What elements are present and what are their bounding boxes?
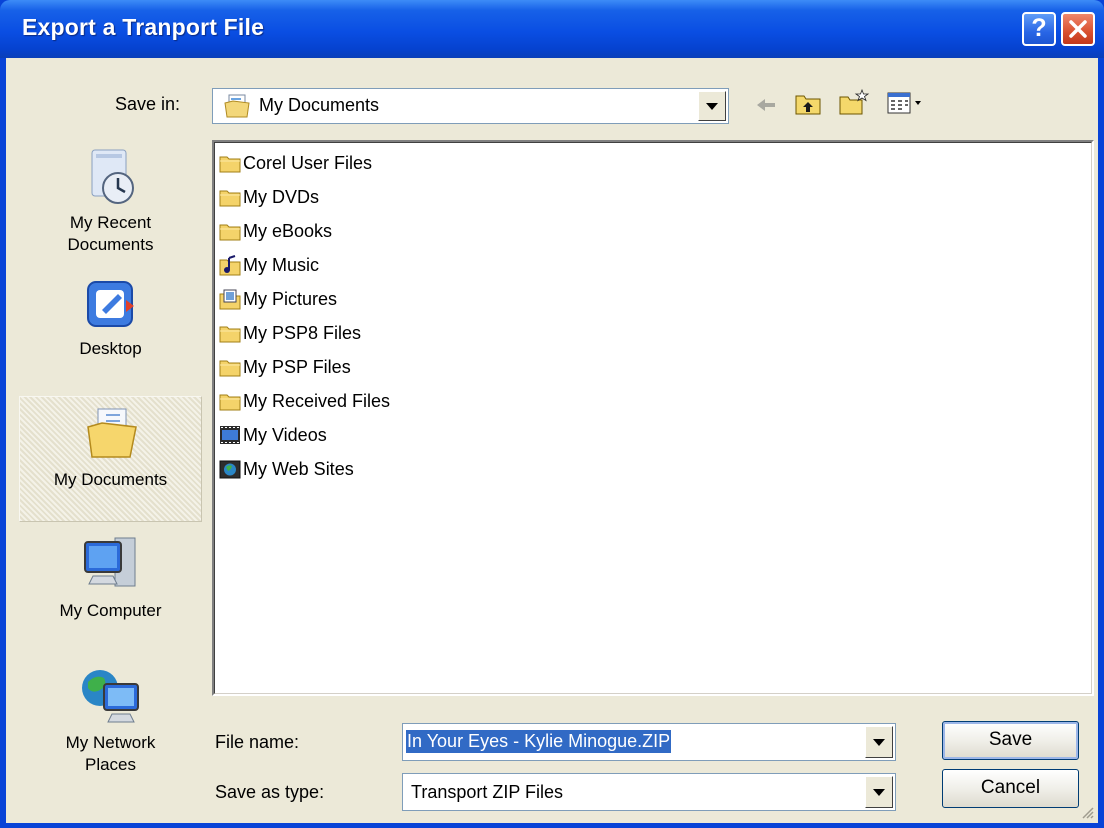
file-name-text: My Music: [243, 254, 319, 275]
folder-icon: [219, 156, 241, 173]
my-computer-icon: [83, 537, 135, 587]
file-name-text: My PSP Files: [243, 356, 351, 377]
place-label: My Recent Documents: [67, 213, 154, 254]
view-menu-icon[interactable]: [886, 90, 926, 116]
list-item[interactable]: My Web Sites: [219, 453, 354, 485]
resize-grip-icon[interactable]: [1080, 805, 1094, 819]
place-my-recent-documents[interactable]: My Recent Documents: [19, 140, 202, 272]
help-button[interactable]: ?: [1022, 12, 1056, 46]
list-item[interactable]: Corel User Files: [219, 147, 372, 179]
list-item[interactable]: My PSP Files: [219, 351, 351, 383]
list-item[interactable]: My Received Files: [219, 385, 390, 417]
file-name-text: Corel User Files: [243, 152, 373, 173]
place-label: My Documents: [53, 470, 168, 489]
folder-icon: [219, 394, 241, 411]
file-name-text: My Videos: [243, 424, 327, 445]
close-icon: [1069, 20, 1087, 38]
save-in-value: My Documents: [259, 95, 380, 115]
music-folder-icon: [219, 255, 241, 276]
up-one-level-icon[interactable]: [794, 90, 822, 116]
list-item[interactable]: My Pictures: [219, 283, 337, 315]
save-button-label: Save: [988, 729, 1033, 750]
save-as-type-label: Save as type:: [215, 782, 325, 802]
place-desktop[interactable]: Desktop: [19, 272, 202, 380]
file-name-label: File name:: [215, 732, 300, 752]
list-item[interactable]: My Music: [219, 249, 319, 281]
dialog-body: Save in: My Documents My Recent Document…: [6, 58, 1098, 823]
file-name-text: My eBooks: [243, 220, 333, 241]
place-my-documents[interactable]: My Documents: [19, 396, 202, 522]
network-places-icon: [81, 670, 139, 723]
my-documents-icon: [86, 408, 137, 458]
cancel-button[interactable]: Cancel: [942, 769, 1079, 808]
new-folder-icon[interactable]: [838, 88, 870, 116]
save-as-type-value: Transport ZIP Files: [411, 782, 564, 802]
file-name-text: My Web Sites: [243, 458, 354, 479]
place-my-computer[interactable]: My Computer: [19, 530, 202, 644]
folder-icon: [219, 360, 241, 377]
save-in-dropdown[interactable]: My Documents: [212, 88, 729, 124]
save-in-label: Save in:: [115, 94, 181, 114]
close-button[interactable]: [1061, 12, 1095, 46]
file-name-text: My Pictures: [243, 288, 338, 309]
place-label: My Computer: [59, 601, 162, 620]
list-item[interactable]: My Videos: [219, 419, 327, 451]
pictures-folder-icon: [219, 289, 241, 310]
save-as-type-dropdown[interactable]: Transport ZIP Files: [402, 773, 896, 811]
desktop-icon: [86, 281, 134, 327]
save-as-type-dropdown-arrow[interactable]: [865, 776, 893, 808]
list-item[interactable]: My eBooks: [219, 215, 332, 247]
videos-folder-icon: [220, 426, 240, 444]
place-label: My Network Places: [65, 733, 156, 774]
places-bar: My Recent Documents Desktop My Documents: [19, 140, 202, 820]
file-name-dropdown-arrow[interactable]: [865, 726, 893, 758]
cancel-button-label: Cancel: [980, 777, 1041, 798]
file-name-text: My Received Files: [243, 390, 391, 411]
folder-icon: [219, 190, 241, 207]
folder-icon: [219, 326, 241, 343]
list-item[interactable]: My DVDs: [219, 181, 319, 213]
dialog-title: Export a Tranport File: [22, 14, 265, 40]
dialog-window: Export a Tranport File ? Save in: My Doc…: [0, 0, 1104, 828]
file-name-text: My DVDs: [243, 186, 319, 207]
place-label: Desktop: [79, 339, 142, 358]
title-bar[interactable]: Export a Tranport File ?: [0, 0, 1104, 58]
back-arrow-icon[interactable]: [754, 94, 778, 116]
place-my-network-places[interactable]: My Network Places: [19, 660, 202, 790]
file-name-text: My PSP8 Files: [243, 322, 362, 343]
list-item[interactable]: My PSP8 Files: [219, 317, 361, 349]
my-documents-small-icon: [224, 94, 250, 118]
web-sites-folder-icon: [219, 460, 241, 479]
save-button[interactable]: Save: [942, 721, 1079, 760]
save-in-dropdown-arrow[interactable]: [698, 91, 726, 121]
file-name-value: In Your Eyes - Kylie Minogue.ZIP: [406, 730, 672, 753]
file-list[interactable]: Corel User Files My DVDs My eBooks My Mu…: [212, 140, 1094, 696]
folder-icon: [219, 224, 241, 241]
recent-documents-icon: [91, 149, 134, 204]
file-name-field[interactable]: In Your Eyes - Kylie Minogue.ZIP: [402, 723, 896, 761]
